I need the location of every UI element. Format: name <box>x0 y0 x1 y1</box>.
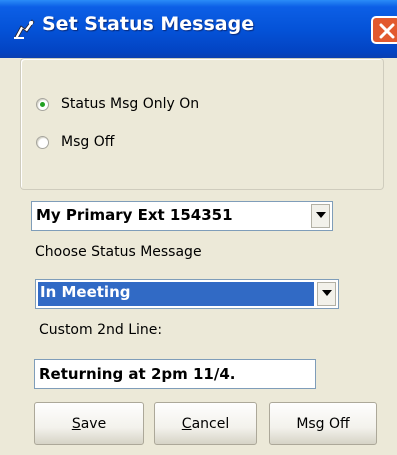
msg-off-button[interactable]: Msg Off <box>269 402 377 445</box>
radio-label: Status Msg Only On <box>61 96 200 112</box>
save-button[interactable]: Save <box>34 402 144 445</box>
set-status-dialog: Set Status Message Status Msg Only On Ms… <box>0 0 397 455</box>
app-icon <box>14 19 35 39</box>
extension-dropdown-value: My Primary Ext 154351 <box>36 206 233 224</box>
radio-button[interactable] <box>36 135 49 149</box>
title-bar[interactable]: Set Status Message <box>0 0 397 58</box>
radio-status-msg-only-on[interactable]: Status Msg Only On <box>36 93 199 115</box>
cancel-label: ancel <box>191 415 230 432</box>
extension-dropdown[interactable]: My Primary Ext 154351 <box>31 201 333 231</box>
choose-status-label: Choose Status Message <box>35 244 202 260</box>
chevron-down-icon <box>316 212 326 218</box>
status-message-dropdown-button[interactable] <box>317 282 336 306</box>
status-option-group <box>20 58 384 190</box>
window-title: Set Status Message <box>42 13 255 35</box>
custom-second-line-value: Returning at 2pm 11/4. <box>39 365 236 383</box>
status-message-value: In Meeting <box>40 283 131 301</box>
chevron-down-icon <box>322 290 332 296</box>
custom-second-line-input[interactable]: Returning at 2pm 11/4. <box>34 359 316 389</box>
custom-second-line-label: Custom 2nd Line: <box>39 322 163 338</box>
radio-button[interactable] <box>36 97 49 111</box>
radio-label: Msg Off <box>61 134 115 150</box>
save-mnemonic: S <box>71 415 81 432</box>
status-message-dropdown[interactable]: In Meeting <box>35 279 339 309</box>
close-icon <box>379 23 395 39</box>
radio-msg-off[interactable]: Msg Off <box>36 131 114 153</box>
close-button[interactable] <box>371 16 397 44</box>
extension-dropdown-button[interactable] <box>311 204 330 228</box>
cancel-button[interactable]: Cancel <box>154 402 257 445</box>
cancel-mnemonic: C <box>181 415 192 432</box>
msg-off-label: Msg Off <box>296 415 350 432</box>
save-label: ave <box>80 415 107 432</box>
radio-selected-dot <box>40 101 45 107</box>
